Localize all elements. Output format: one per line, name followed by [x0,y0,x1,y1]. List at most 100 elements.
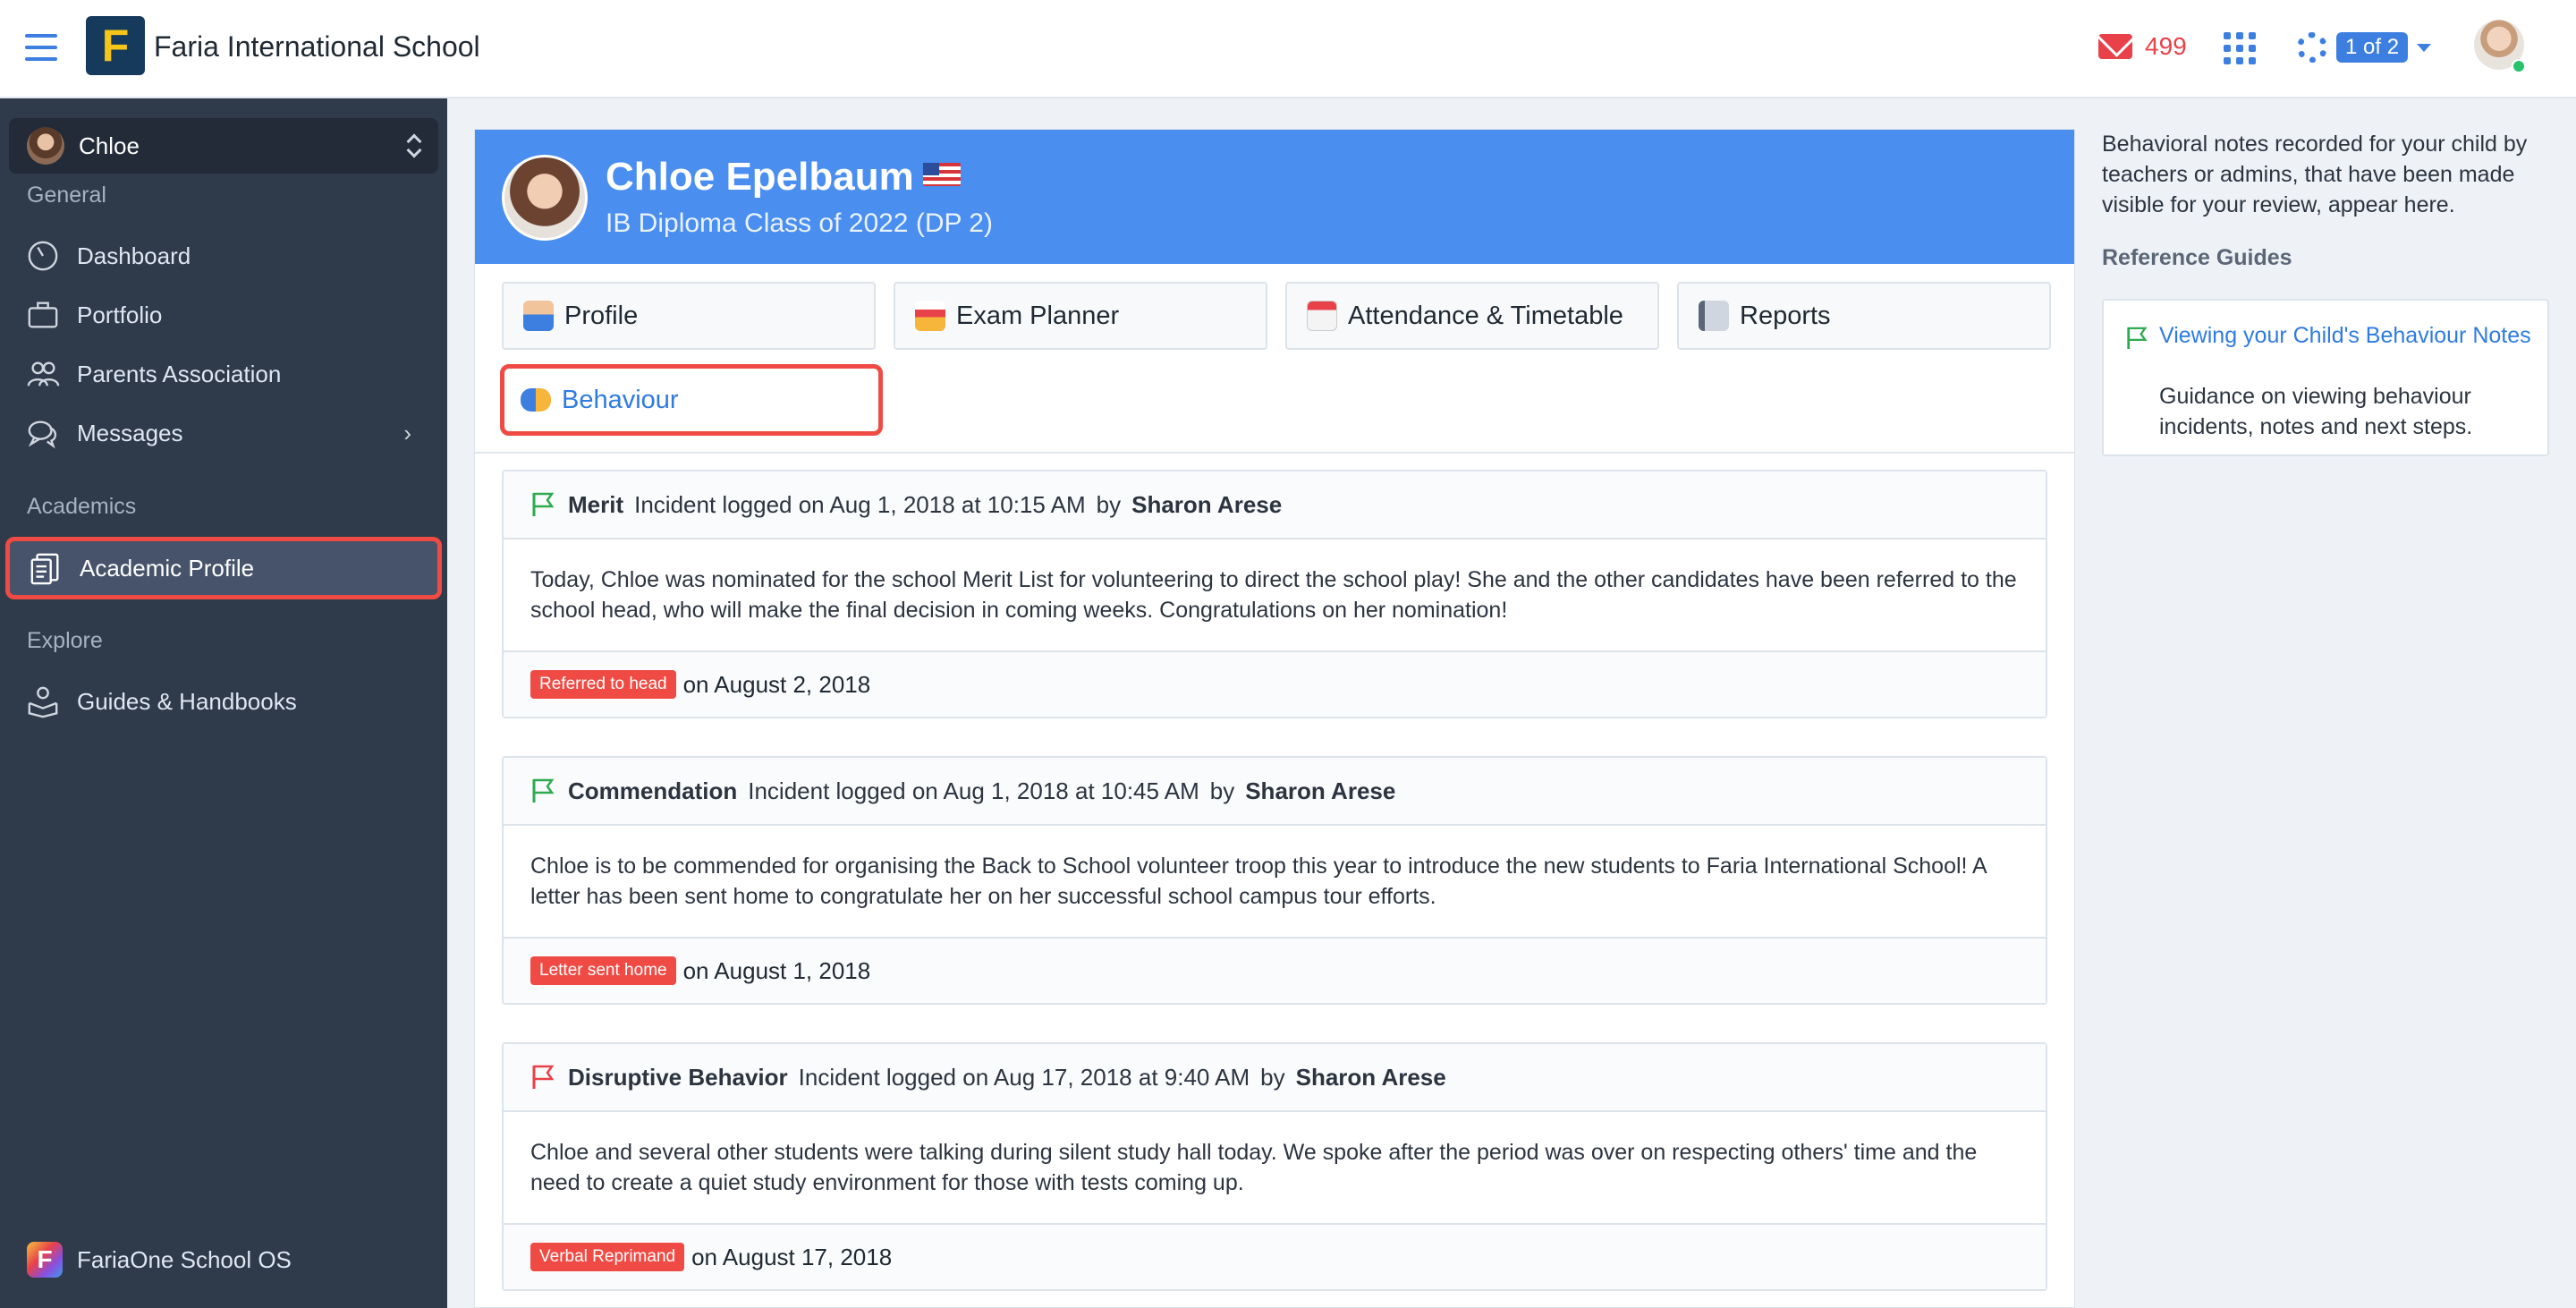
sidebar-item-academic-profile[interactable]: Academic Profile [5,537,442,599]
incident-card: Disruptive Behavior Incident logged on A… [502,1042,2047,1291]
fariaone-link[interactable]: F FariaOne School OS [27,1242,292,1278]
tab-label: Attendance & Timetable [1348,301,1623,330]
main-content: Chloe Epelbaum IB Diploma Class of 2022 … [474,129,2075,1308]
action-badge: Letter sent home [530,956,676,985]
incident-header: Commendation Incident logged on Aug 1, 2… [504,758,2046,826]
student-name-row: Chloe Epelbaum [606,155,961,200]
incident-logged: Incident logged on Aug 1, 2018 at 10:15 … [634,490,1086,518]
report-icon [1699,301,1729,331]
updown-chevron-icon [406,132,420,159]
action-date: on August 1, 2018 [682,956,871,984]
chevron-right-icon: › [403,419,411,446]
action-badge: Verbal Reprimand [530,1243,685,1271]
sidebar-item-portfolio[interactable]: Portfolio [25,293,436,336]
books-icon [25,684,61,719]
tab-exam-planner[interactable]: Exam Planner [894,282,1267,350]
student-photo [502,155,588,241]
menu-icon[interactable] [25,34,57,61]
sidebar: Chloe General Dashboard Portfolio Parent… [0,98,447,1308]
flag-icon [2127,327,2148,350]
incident-header: Merit Incident logged on Aug 1, 2018 at … [504,471,2046,539]
sidebar-item-label: Portfolio [77,301,163,328]
tab-label: Profile [564,301,639,330]
incident-author: Sharon Arese [1295,1063,1446,1091]
incident-logged: Incident logged on Aug 17, 2018 at 9:40 … [798,1063,1250,1091]
incident-header: Disruptive Behavior Incident logged on A… [504,1044,2046,1112]
incident-type: Merit [568,490,624,518]
incident-footer: Verbal Reprimand on August 17, 2018 [504,1225,2046,1289]
tab-behaviour[interactable]: Behaviour [500,364,883,436]
top-bar: F Faria International School 499 1 of 2 [0,0,2576,98]
sidebar-item-label: Academic Profile [80,554,255,582]
incident-body: Today, Chloe was nominated for the schoo… [504,539,2046,652]
tab-attendance[interactable]: Attendance & Timetable [1285,282,1659,350]
tabs-divider [475,452,2074,454]
chat-bubbles-icon [25,415,61,451]
fariaone-logo: F [27,1242,63,1278]
school-name[interactable]: Faria International School [154,30,480,64]
incident-type: Commendation [568,777,738,804]
us-flag-icon [922,163,961,186]
incident-body: Chloe and several other students were ta… [504,1112,2046,1225]
flag-icon [532,492,555,516]
action-date: on August 2, 2018 [682,670,871,698]
incident-type: Disruptive Behavior [568,1063,788,1091]
tab-profile[interactable]: Profile [502,282,876,350]
incident-author: Sharon Arese [1245,777,1396,804]
flag-icon [532,778,555,803]
sidebar-item-label: Guides & Handbooks [77,687,297,715]
help-button[interactable]: 1 of 2 [2297,32,2432,63]
mail-icon [2098,34,2132,59]
incident-by: by [1209,777,1235,804]
section-label-general: General [27,183,106,208]
student-header: Chloe Epelbaum IB Diploma Class of 2022 … [475,130,2074,264]
flag-icon [532,1065,555,1089]
child-switcher[interactable]: Chloe [9,118,438,174]
student-name: Chloe Epelbaum [606,155,914,199]
tab-reports[interactable]: Reports [1677,282,2051,350]
child-avatar [27,127,64,165]
apps-grid-icon[interactable] [2224,32,2256,64]
guide-description: Guidance on viewing behaviour incidents,… [2159,384,2473,439]
section-label-explore: Explore [27,628,103,653]
speech-bubbles-icon [521,388,551,412]
incident-author: Sharon Arese [1131,490,1283,518]
sidebar-item-messages[interactable]: Messages › [25,412,436,454]
mail-count: 499 [2145,32,2187,60]
calendar-icon [1307,301,1337,331]
exam-icon [915,301,945,331]
section-label-academics: Academics [27,494,137,519]
person-icon [523,301,554,331]
sidebar-item-label: Parents Association [77,360,282,387]
incident-by: by [1096,490,1122,518]
incident-footer: Referred to head on August 2, 2018 [504,652,2046,717]
sidebar-item-dashboard[interactable]: Dashboard [25,234,436,277]
briefcase-icon [25,297,61,333]
sidebar-item-label: Dashboard [77,242,191,269]
fariaone-label: FariaOne School OS [77,1245,292,1273]
reference-guides-title: Reference Guides [2102,245,2292,270]
guide-link[interactable]: Viewing your Child's Behaviour Notes [2159,320,2535,351]
incident-body: Chloe is to be commended for organising … [504,826,2046,939]
people-icon [25,356,61,392]
sidebar-item-label: Messages [77,419,183,446]
tab-label: Behaviour [562,385,679,414]
incident-logged: Incident logged on Aug 1, 2018 at 10:45 … [748,777,1199,804]
incident-by: by [1260,1063,1285,1091]
student-class: IB Diploma Class of 2022 (DP 2) [606,208,993,238]
messages-button[interactable]: 499 [2098,32,2187,61]
school-logo[interactable]: F [86,16,145,75]
child-name: Chloe [79,132,140,159]
incident-footer: Letter sent home on August 1, 2018 [504,939,2046,1003]
incident-card: Merit Incident logged on Aug 1, 2018 at … [502,470,2047,718]
guide-card: Viewing your Child's Behaviour Notes Gui… [2102,299,2549,456]
chevron-down-icon [2417,43,2432,52]
help-badge: 1 of 2 [2336,32,2409,63]
action-badge: Referred to head [530,670,676,699]
lifering-icon [2297,32,2327,63]
behaviour-info-text: Behavioral notes recorded for your child… [2102,132,2528,217]
sidebar-item-guides[interactable]: Guides & Handbooks [25,680,436,723]
sidebar-item-parents-association[interactable]: Parents Association [25,352,436,395]
tab-label: Reports [1740,301,1831,330]
document-icon [28,550,64,586]
